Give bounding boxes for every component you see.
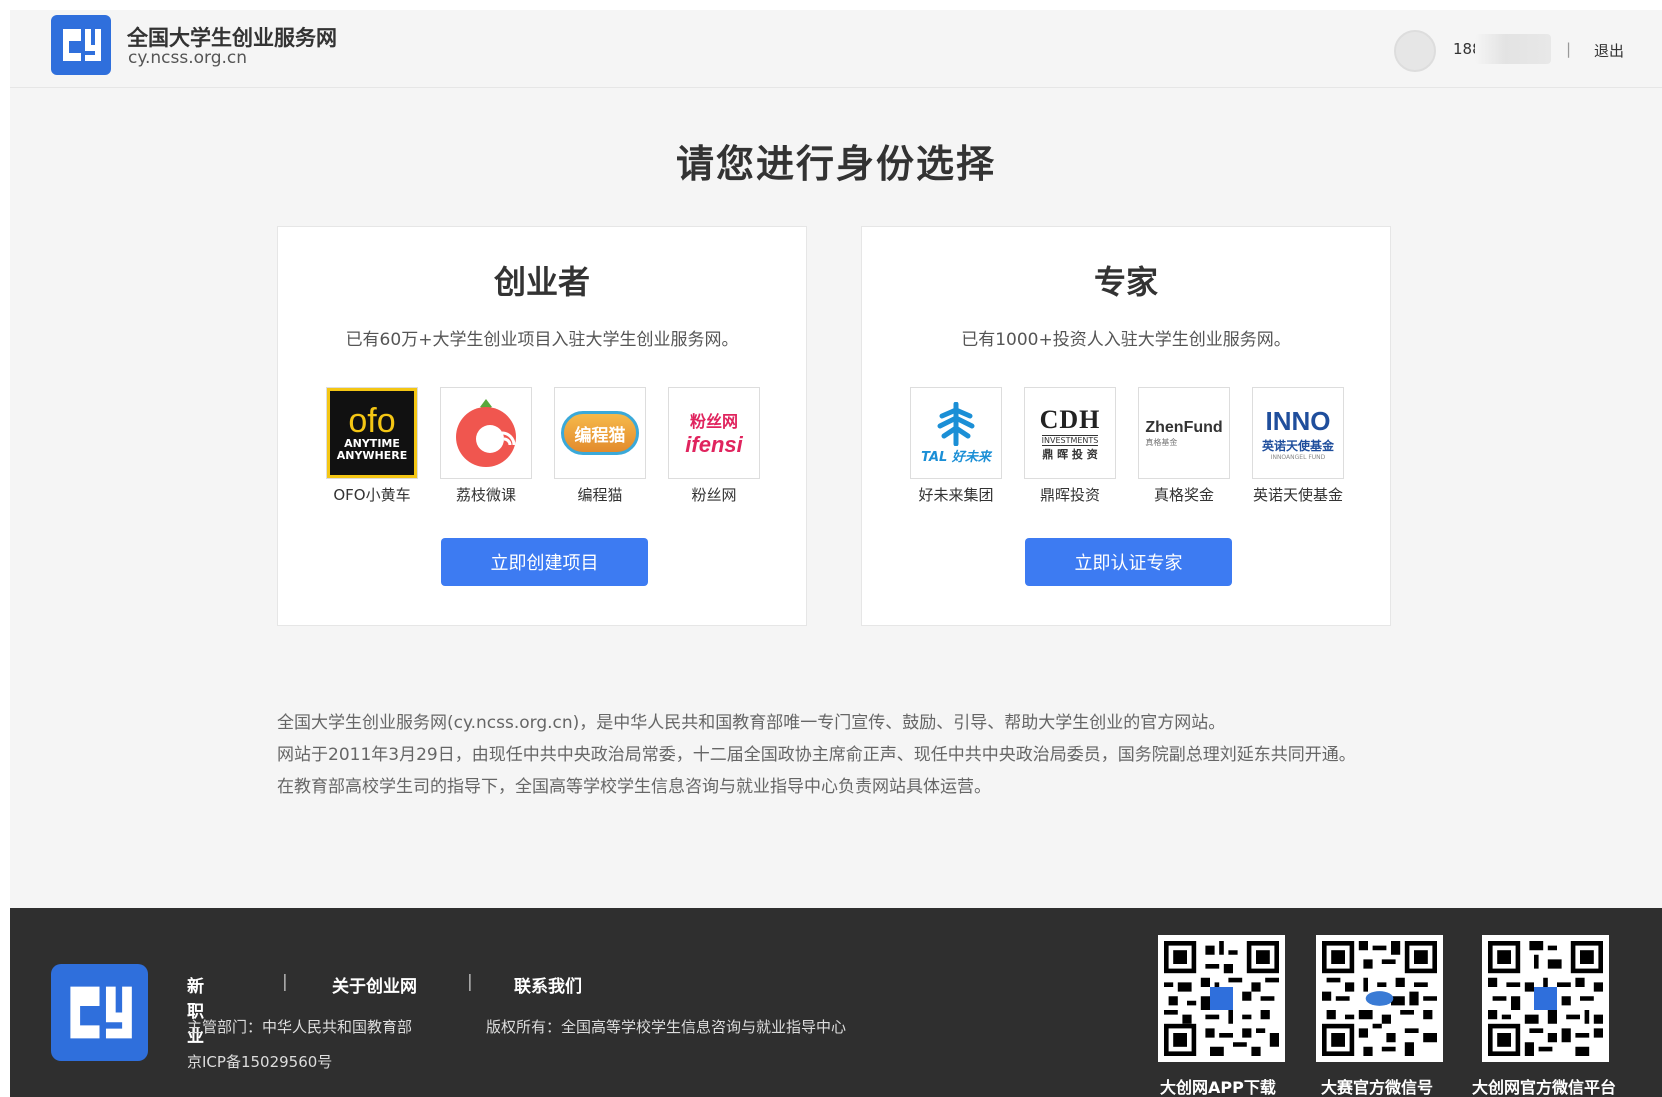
inno-logo: INNO 英诺天使基金 INNOANGEL FUND: [1252, 387, 1344, 479]
intro-line: 全国大学生创业服务网(cy.ncss.org.cn)，是中华人民共和国教育部唯一…: [277, 713, 1226, 733]
page-title: 请您进行身份选择: [675, 142, 996, 186]
fensi-logo: 粉丝网 ifensi: [668, 387, 760, 479]
user-avatar[interactable]: [1394, 30, 1436, 72]
footer-copyright: 版权所有：全国高等学校学生信息咨询与就业指导中心: [486, 1018, 847, 1036]
tal-logo: TAL 好未来: [910, 387, 1002, 479]
logo-label: 荔枝微课: [455, 486, 516, 504]
logo-item-tal: TAL 好未来 好未来集团: [910, 387, 1002, 505]
ofo-logo: ofo ANYTIME ANYWHERE: [326, 387, 418, 479]
footer-icp[interactable]: 京ICP备15029560号: [187, 1051, 332, 1072]
logout-link[interactable]: 退出: [1594, 40, 1624, 61]
logo-item-cdh: CDH INVESTMENTS 鼎 晖 投 资 鼎晖投资: [1024, 387, 1116, 505]
header-separator: |: [1566, 40, 1572, 58]
qr-code-contest-wechat: [1316, 935, 1443, 1062]
logo-item-bianchengmao: 编程猫 编程猫: [554, 387, 646, 505]
intro-line: 网站于2011年3月29日，由现任中共中央政治局常委，十二届全国政协主席俞正声、…: [277, 745, 1356, 765]
entrepreneur-card: 创业者 已有60万+大学生创业项目入驻大学生创业服务网。 ofo ANYTIME…: [277, 226, 807, 626]
footer-logo-icon: [51, 964, 148, 1061]
expert-card: 专家 已有1000+投资人入驻大学生创业服务网。 TAL 好未来 好未来集团 C…: [861, 226, 1391, 626]
brand-url: cy.ncss.org.cn: [128, 48, 248, 68]
qr-label-official-wechat: 大创网官方微信平台: [1472, 1078, 1617, 1097]
logo-label: 编程猫: [577, 486, 623, 504]
create-project-button[interactable]: 立即创建项目: [441, 538, 648, 586]
certify-expert-button[interactable]: 立即认证专家: [1025, 538, 1232, 586]
logo-item-inno: INNO 英诺天使基金 INNOANGEL FUND 英诺天使基金: [1252, 387, 1344, 505]
logo-item-lizhi: 荔枝微课: [440, 387, 532, 505]
qr-label-contest-wechat: 大赛官方微信号: [1321, 1078, 1434, 1097]
logo-label: 英诺天使基金: [1252, 486, 1343, 504]
card-title: 创业者: [493, 263, 590, 301]
phone-redaction: [1475, 34, 1551, 64]
logo-label: 鼎晖投资: [1039, 486, 1100, 504]
bianchengmao-logo: 编程猫: [554, 387, 646, 479]
logo-item-fensi: 粉丝网 ifensi 粉丝网: [668, 387, 760, 505]
intro-line: 在教育部高校学生司的指导下，全国高等学校学生信息咨询与就业指导中心负责网站具体运…: [277, 777, 991, 797]
card-description: 已有1000+投资人入驻大学生创业服务网。: [961, 330, 1291, 350]
logo-label: OFO小黄车: [333, 486, 411, 504]
top-header: 全国大学生创业服务网 cy.ncss.org.cn 188 | 退出: [10, 10, 1662, 88]
logo-list: ofo ANYTIME ANYWHERE OFO小黄车 荔枝微课 编程猫 编程猫…: [326, 387, 760, 507]
cdh-logo: CDH INVESTMENTS 鼎 晖 投 资: [1024, 387, 1116, 479]
lizhi-logo: [440, 387, 532, 479]
logo-list: TAL 好未来 好未来集团 CDH INVESTMENTS 鼎 晖 投 资 鼎晖…: [910, 387, 1344, 507]
card-description: 已有60万+大学生创业项目入驻大学生创业服务网。: [345, 330, 739, 350]
footer-link-contact[interactable]: 联系我们: [514, 972, 582, 997]
site-logo-icon[interactable]: [51, 15, 111, 75]
zhenfund-logo: ZhenFund 真格基金: [1138, 387, 1230, 479]
footer-separator: |: [467, 972, 473, 992]
logo-label: 真格奖金: [1153, 486, 1214, 504]
logo-item-ofo: ofo ANYTIME ANYWHERE OFO小黄车: [326, 387, 418, 505]
footer-link-about[interactable]: 关于创业网: [332, 972, 417, 997]
footer: 新职业 | 关于创业网 | 联系我们 主管部门：中华人民共和国教育部 版权所有：…: [10, 908, 1662, 1097]
logo-label: 粉丝网: [691, 486, 737, 504]
footer-department: 主管部门：中华人民共和国教育部: [187, 1018, 413, 1036]
qr-code-official-wechat: [1482, 935, 1609, 1062]
qr-code-app: [1158, 935, 1285, 1062]
logo-item-zhenfund: ZhenFund 真格基金 真格奖金: [1138, 387, 1230, 505]
logo-label: 好未来集团: [918, 486, 994, 504]
footer-separator: |: [282, 972, 288, 992]
qr-label-app: 大创网APP下载: [1160, 1078, 1276, 1097]
card-title: 专家: [1093, 263, 1158, 301]
page: 全国大学生创业服务网 cy.ncss.org.cn 188 | 退出 请您进行身…: [10, 10, 1662, 1097]
site-introduction: 全国大学生创业服务网(cy.ncss.org.cn)，是中华人民共和国教育部唯一…: [277, 707, 1457, 803]
